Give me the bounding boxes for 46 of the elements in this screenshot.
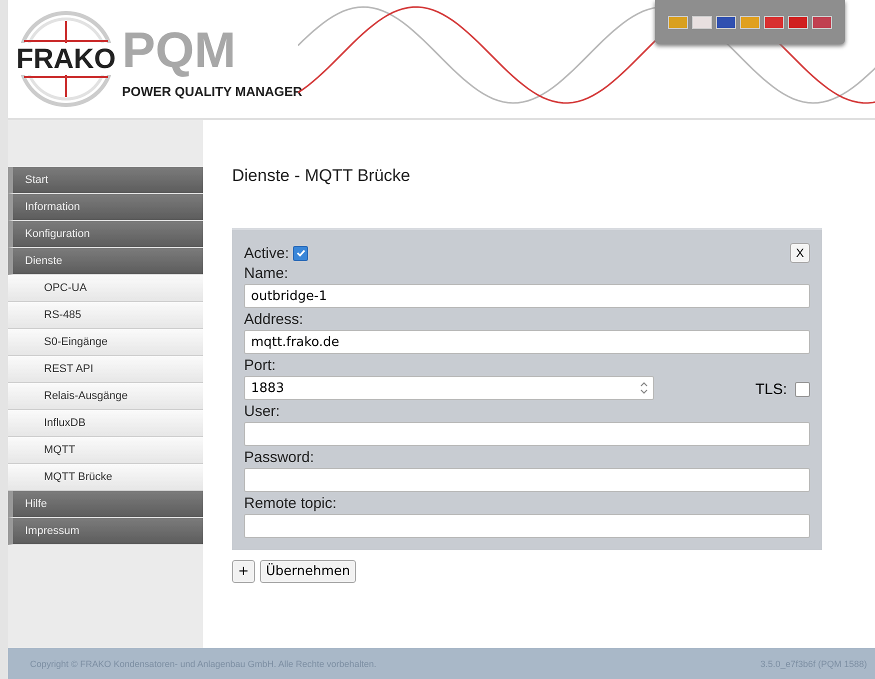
nav-subitem[interactable]: InfluxDB [8,410,203,437]
close-button[interactable]: X [790,243,810,263]
flag-icon[interactable] [812,16,832,28]
apply-button[interactable]: Übernehmen [260,560,356,583]
input-field[interactable] [244,514,810,538]
field-label: Remote topic: [244,494,338,514]
nav-subitem[interactable]: OPC-UA [8,275,203,302]
page-title: Dienste - MQTT Brücke [232,166,412,186]
input-field[interactable]: mqtt.frako.de [244,330,810,354]
nav-item[interactable]: Hilfe [8,491,203,518]
nav-item[interactable]: Start [8,167,203,194]
nav-subitem[interactable]: MQTT [8,437,203,464]
flag-icon[interactable] [740,16,760,28]
input-field[interactable] [244,468,810,492]
nav-subitem[interactable]: RS-485 [8,302,203,329]
flag-icon[interactable] [668,16,688,28]
nav-item[interactable]: Information [8,194,203,221]
number-field[interactable]: 1883 [244,376,654,400]
add-button[interactable]: + [232,560,255,583]
product-subtitle: POWER QUALITY MANAGER [122,84,302,98]
input-field[interactable] [244,422,810,446]
nav-item[interactable]: Dienste [8,248,203,275]
product-name: PQM [122,24,237,76]
active-label: Active: [244,244,290,262]
checkbox[interactable] [795,382,810,396]
flag-icon[interactable] [788,16,808,28]
field-label: Name: [244,264,290,284]
field-label: Port: [244,356,277,376]
nav-subitem[interactable]: REST API [8,356,203,383]
flag-icon[interactable] [716,16,736,28]
checkmark-icon [296,248,306,258]
flag-icon[interactable] [692,16,712,28]
checkbox[interactable] [293,246,308,260]
spinner-icon[interactable] [639,381,649,395]
field-label: User: [244,402,281,422]
field-label: Password: [244,448,316,468]
nav-item[interactable]: Impressum [8,518,203,545]
input-field[interactable]: outbridge-1 [244,284,810,308]
field-label: Address: [244,310,304,330]
logo-text: FRAKO [15,43,117,75]
tls-label: TLS: [755,380,787,398]
flag-icon[interactable] [764,16,784,28]
nav-subitem[interactable]: S0-Eingänge [8,329,203,356]
nav-subitem[interactable]: MQTT Brücke [8,464,203,491]
nav-subitem[interactable]: Relais-Ausgänge [8,383,203,410]
nav-item[interactable]: Konfiguration [8,221,203,248]
